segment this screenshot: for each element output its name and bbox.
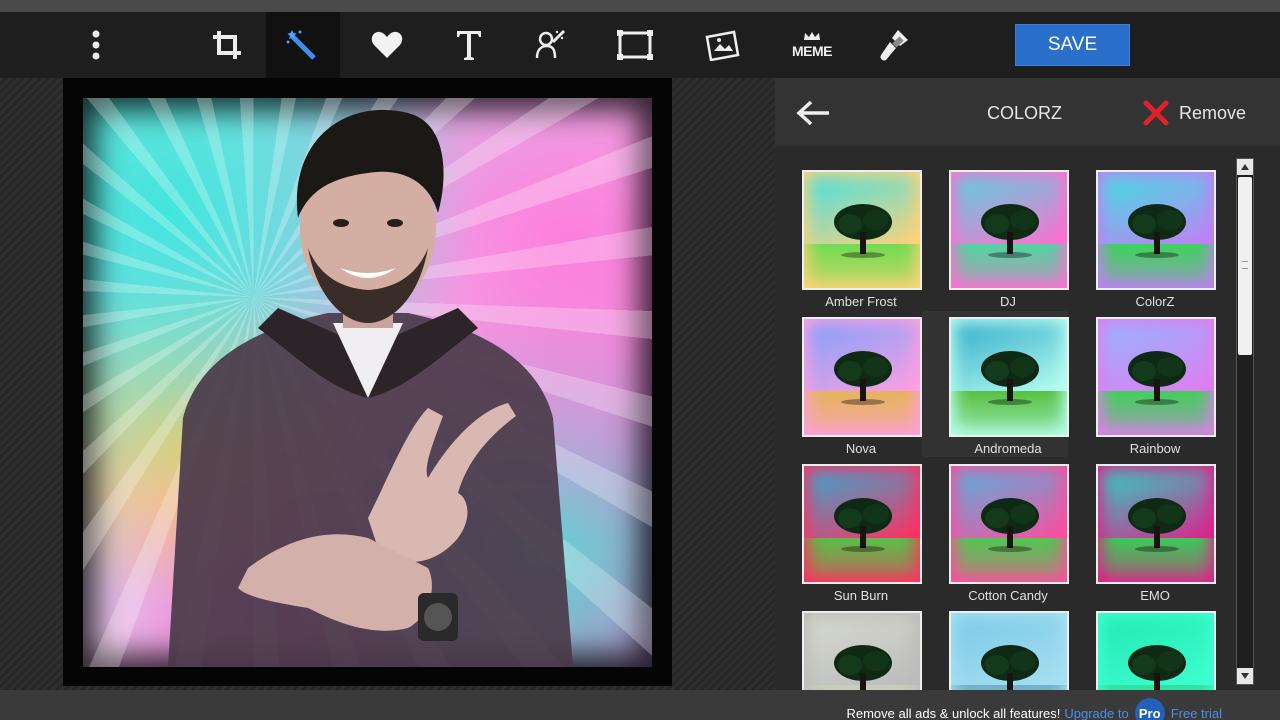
photo-canvas [0,78,775,690]
effect-thumbnail [949,611,1069,690]
effects-grid: Amber Frost DJ ColorZ Nova Andromeda Rainbow S… [775,164,1233,690]
effect-thumbnail [1096,464,1216,584]
effect-thumbnail [802,611,922,690]
effect-tile[interactable]: Nova [775,311,922,457]
promo-bar: Remove all ads & unlock all features! Up… [0,690,1280,720]
meme-label: MEME [792,43,833,59]
effect-tile[interactable]: EMO [1069,458,1216,604]
heart-icon[interactable] [350,12,424,78]
effect-thumbnail [949,317,1069,437]
touchup-icon[interactable] [513,12,587,78]
window-top-strip [0,0,1280,12]
scrollbar-thumb[interactable] [1238,177,1252,355]
effect-tile[interactable]: DJ [922,164,1069,310]
main-toolbar: MEME SAVE [0,12,1280,78]
remove-label: Remove [1179,102,1247,123]
effects-panel-header: COLORZ Remove [775,78,1280,146]
effect-tile[interactable] [922,605,1069,690]
person-silhouette [167,109,573,667]
effect-thumbnail [802,464,922,584]
photo-frame [63,78,672,686]
pro-badge[interactable]: Pro [1134,698,1165,720]
effect-thumbnail [949,170,1069,290]
edited-photo[interactable] [83,98,652,667]
effect-label: EMO [1140,588,1170,603]
effect-label: Rainbow [1129,441,1181,456]
promo-text: Remove all ads & unlock all features! [846,705,1061,720]
effect-tile[interactable]: Sun Burn [775,458,922,604]
effect-thumbnail [802,317,922,437]
effect-thumbnail [1096,611,1216,690]
effects-panel: COLORZ Remove Amber Frost DJ ColorZ Nova And… [775,78,1280,690]
save-button[interactable]: SAVE [1015,24,1130,66]
effect-thumbnail [949,464,1069,584]
effect-thumbnail [1096,170,1216,290]
effect-tile[interactable] [775,605,922,690]
collage-icon[interactable] [687,12,761,78]
effect-tile[interactable]: Rainbow [1069,311,1216,457]
upgrade-link[interactable]: Upgrade to [1064,706,1128,720]
scrollbar-grip [1242,261,1248,269]
panel-title: COLORZ [987,103,1063,123]
effect-thumbnail [1096,317,1216,437]
magic-wand-icon[interactable] [266,12,340,78]
remove-effect-button[interactable]: Remove [1143,98,1246,128]
effect-tile[interactable]: Cotton Candy [922,458,1069,604]
effect-tile[interactable] [1069,605,1216,690]
crop-icon[interactable] [190,12,264,78]
text-icon[interactable] [432,12,506,78]
effect-thumbnail [802,170,922,290]
meme-icon[interactable]: MEME [775,12,849,78]
scroll-up-arrow-icon[interactable] [1237,159,1253,175]
frame-icon[interactable] [598,12,672,78]
effect-tile[interactable]: Amber Frost [775,164,922,310]
effect-tile[interactable]: ColorZ [1069,164,1216,310]
close-icon [1143,100,1169,126]
effects-scrollbar[interactable] [1236,158,1254,685]
free-trial-link[interactable]: Free trial [1171,706,1222,720]
paint-brush-icon[interactable] [857,12,931,78]
upgrade-promo[interactable]: Remove all ads & unlock all features! Up… [846,698,1222,720]
effect-tile[interactable]: Andromeda [922,311,1069,457]
effect-label: ColorZ [1135,294,1175,309]
scroll-down-arrow-icon[interactable] [1237,668,1253,684]
back-arrow-icon[interactable] [793,96,833,130]
more-options-icon[interactable] [59,12,133,78]
